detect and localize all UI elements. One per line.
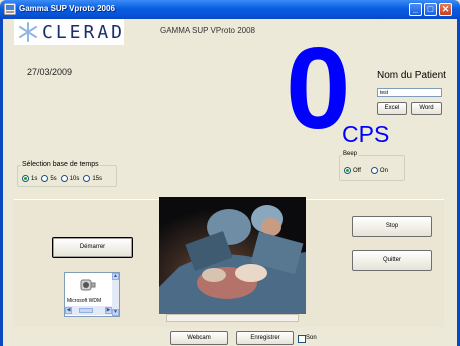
camera-list-vscroll[interactable]: ▲ ▼	[112, 273, 119, 316]
close-button[interactable]: ✕	[439, 3, 452, 16]
time-option-10s[interactable]: 10s	[60, 175, 79, 182]
video-caption-bar	[166, 314, 299, 322]
clerad-star-icon	[19, 22, 37, 42]
count-unit: CPS	[342, 121, 390, 147]
webcam-preview	[159, 197, 306, 314]
sound-checkbox[interactable]	[298, 335, 306, 343]
scroll-up-icon[interactable]: ▲	[112, 273, 119, 280]
time-option-15s[interactable]: 15s	[83, 175, 102, 182]
date-label: 27/03/2009	[27, 67, 73, 77]
time-option-5s[interactable]: 5s	[41, 175, 57, 182]
radio-icon	[60, 175, 68, 182]
scroll-down-icon[interactable]: ▼	[112, 309, 119, 316]
radio-icon	[370, 167, 378, 174]
camera-list-hscroll[interactable]: ◀ ▶	[65, 306, 112, 315]
radio-icon	[22, 175, 29, 182]
maximize-button[interactable]: □	[424, 3, 437, 16]
beep-option-on[interactable]: On	[370, 167, 388, 174]
count-value: 0	[286, 23, 351, 153]
beep-legend: Beep	[342, 151, 359, 157]
app-icon	[4, 3, 16, 15]
word-button[interactable]: Word	[411, 102, 442, 115]
app-heading: GAMMA SUP VProto 2008	[160, 26, 256, 35]
minimize-button[interactable]: _	[409, 3, 422, 16]
close-icon: ✕	[441, 4, 450, 14]
maximize-icon: □	[427, 4, 434, 14]
window-title: Gamma SUP Vproto 2006	[19, 4, 115, 13]
time-option-1s[interactable]: 1s	[22, 175, 37, 182]
patient-name-input[interactable]	[377, 88, 442, 97]
beep-group: Off On	[339, 155, 405, 181]
radio-icon	[83, 175, 91, 182]
camera-device-name: Microsoft WDM	[67, 298, 102, 304]
radio-icon	[41, 175, 49, 182]
record-button[interactable]: Enregistrer	[236, 331, 294, 345]
webcam-device-icon	[80, 279, 96, 291]
scroll-right-icon[interactable]: ▶	[105, 307, 112, 314]
logo-text: CLERAD	[42, 22, 126, 43]
sound-label: Son	[306, 335, 317, 341]
beep-option-off[interactable]: Off	[344, 167, 361, 174]
radio-icon	[344, 167, 351, 174]
scroll-left-icon[interactable]: ◀	[65, 307, 72, 314]
start-button[interactable]: Démarrer	[52, 237, 133, 258]
time-base-legend: Sélection base de temps	[21, 161, 100, 168]
scroll-thumb[interactable]	[79, 308, 93, 313]
time-base-group: 1s 5s 10s 15s	[17, 165, 117, 187]
quit-button[interactable]: Quitter	[352, 250, 432, 271]
minimize-icon: _	[412, 4, 418, 14]
webcam-button[interactable]: Webcam	[170, 331, 228, 345]
stop-button[interactable]: Stop	[352, 216, 432, 237]
excel-button[interactable]: Excel	[377, 102, 407, 115]
patient-title: Nom du Patient	[377, 70, 446, 81]
surgery-image	[159, 197, 306, 314]
